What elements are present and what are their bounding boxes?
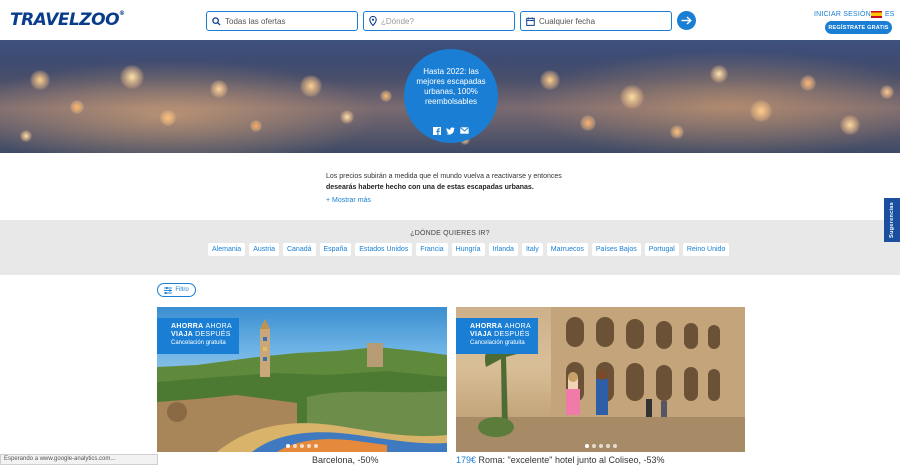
deal-title-roma[interactable]: 179€ Roma: "excelente" hotel junto al Co… — [456, 455, 665, 465]
header: TRAVELZOO® Todas las ofertas ¿Dónde? Cua… — [0, 0, 900, 40]
carousel-dots[interactable] — [456, 444, 745, 448]
destination-chip[interactable]: Países Bajos — [591, 243, 641, 256]
destination-chip[interactable]: España — [319, 243, 352, 256]
search-go-button[interactable] — [677, 11, 696, 30]
where-placeholder: ¿Dónde? — [381, 16, 414, 26]
register-button[interactable]: REGÍSTRATE GRATIS — [825, 21, 892, 34]
destination-chip[interactable]: Francia — [416, 243, 448, 256]
save-now-travel-later-badge: AHORRA AHORA VIAJA DESPUÉS Cancelación g… — [456, 318, 538, 354]
deal-title-roma-text: Roma: "excelente" hotel junto al Coliseo… — [478, 455, 665, 465]
deal-card-roma[interactable]: AHORRA AHORA VIAJA DESPUÉS Cancelación g… — [456, 307, 745, 452]
destination-chip[interactable]: Canadá — [282, 243, 316, 256]
date-select[interactable]: Cualquier fecha — [520, 11, 672, 31]
date-select-label: Cualquier fecha — [539, 16, 596, 26]
search-icon — [212, 16, 221, 26]
offers-select-label: Todas las ofertas — [225, 16, 286, 26]
filter-label: Filtro — [175, 287, 189, 293]
destinations-title: ¿DÓNDE QUIERES IR? — [410, 230, 490, 237]
travelzoo-logo[interactable]: TRAVELZOO® — [10, 10, 125, 30]
carousel-dots[interactable] — [157, 444, 447, 448]
twitter-icon[interactable] — [446, 127, 455, 135]
location-pin-icon — [369, 16, 377, 26]
destination-chip[interactable]: Reino Unido — [682, 243, 730, 256]
hero-headline: Hasta 2022: las mejores escapadas urbana… — [416, 67, 486, 106]
destination-chips: Alemania Austria Canadá España Estados Unido… — [208, 243, 730, 256]
destination-chip[interactable]: Italy — [521, 243, 543, 256]
sliders-icon — [164, 286, 173, 294]
signin-link[interactable]: INICIAR SESIÓN — [814, 11, 871, 18]
facebook-icon[interactable] — [433, 127, 441, 135]
language-selector[interactable]: ES — [885, 11, 894, 18]
show-more-link[interactable]: + Mostrar más — [326, 197, 371, 204]
destination-chip[interactable]: Estados Unidos — [355, 243, 413, 256]
spain-flag-icon[interactable] — [871, 11, 882, 18]
intro-line-1: Los precios subirán a medida que el mund… — [326, 173, 562, 180]
hero-headline-badge: Hasta 2022: las mejores escapadas urbana… — [404, 49, 498, 143]
destination-chip[interactable]: Hungría — [451, 243, 485, 256]
save-now-travel-later-badge: AHORRA AHORA VIAJA DESPUÉS Cancelación g… — [157, 318, 239, 354]
deal-price: 179€ — [456, 455, 477, 465]
destinations-section: ¿DÓNDE QUIERES IR? Alemania Austria Canadá… — [0, 220, 900, 275]
destination-chip[interactable]: Portugal — [644, 243, 679, 256]
intro-line-2: desearás haberte hecho con una de estas … — [326, 184, 534, 191]
destination-chip[interactable]: Marruecos — [546, 243, 588, 256]
suggestions-tab[interactable]: Sugerencias — [884, 198, 900, 242]
share-icons — [404, 127, 498, 135]
browser-status-bar: Esperando a www.google-analytics.com... — [0, 454, 158, 465]
calendar-icon — [526, 16, 535, 26]
destination-chip[interactable]: Irlanda — [488, 243, 518, 256]
intro-text: Los precios subirán a medida que el mund… — [326, 171, 586, 193]
where-input[interactable]: ¿Dónde? — [363, 11, 515, 31]
mail-icon[interactable] — [460, 127, 469, 134]
deal-title-barcelona[interactable]: Barcelona, -50% — [312, 455, 379, 465]
arrow-right-icon — [681, 16, 692, 25]
destination-chip[interactable]: Austria — [249, 243, 279, 256]
destination-chip[interactable]: Alemania — [208, 243, 246, 256]
hero-banner: Hasta 2022: las mejores escapadas urbana… — [0, 40, 900, 153]
deal-card-barcelona[interactable]: AHORRA AHORA VIAJA DESPUÉS Cancelación g… — [157, 307, 447, 452]
offers-select[interactable]: Todas las ofertas — [206, 11, 358, 31]
filter-button[interactable]: Filtro — [157, 283, 196, 297]
